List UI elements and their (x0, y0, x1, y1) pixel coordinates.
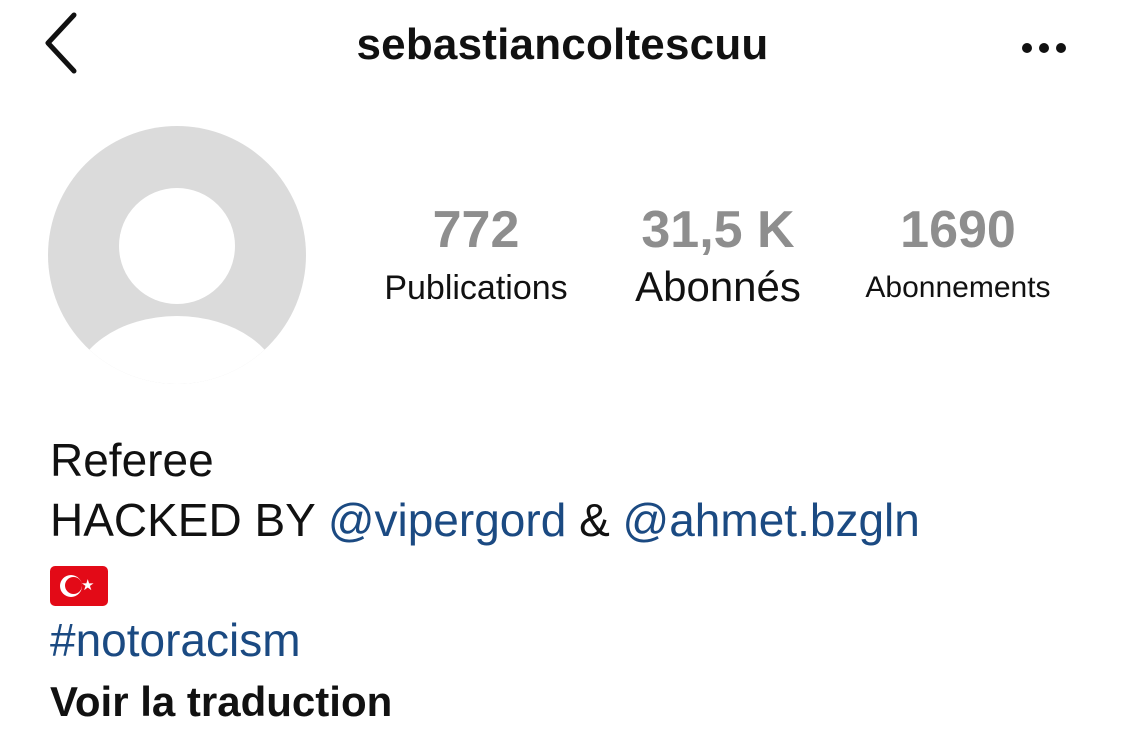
more-options-button[interactable] (1012, 28, 1076, 68)
following-count-value: 1690 (900, 201, 1016, 259)
mention-link-vipergord[interactable]: @vipergord (328, 494, 566, 546)
profile-username: sebastiancoltescuu (356, 20, 769, 69)
more-horizontal-icon (1022, 43, 1066, 53)
bio-hacked-text: HACKED BY (50, 494, 316, 546)
bio-hashtag-line: #notoracism (50, 610, 1100, 670)
bio-title: Referee (50, 434, 214, 486)
followers-count-label: Abonnés (635, 263, 801, 310)
profile-bio: Referee HACKED BY @vipergord & @ahmet.bz… (50, 430, 1100, 732)
avatar-placeholder-head (119, 188, 235, 304)
bio-hacked-line: HACKED BY @vipergord & @ahmet.bzgln (50, 490, 1100, 550)
bio-translate-line: Voir la traduction (50, 670, 1100, 732)
avatar-placeholder-body (72, 316, 282, 384)
posts-count-value: 772 (432, 201, 520, 259)
bio-ampersand: & (579, 494, 610, 546)
followers-count-value: 31,5 K (641, 201, 795, 259)
posts-count[interactable]: 772 Publications (360, 200, 592, 310)
following-count[interactable]: 1690 Abonnements (842, 200, 1074, 310)
top-nav-bar: sebastiancoltescuu (0, 0, 1125, 95)
followers-count[interactable]: 31,5 K Abonnés (612, 200, 824, 312)
profile-avatar[interactable] (48, 126, 306, 384)
bio-flag-line: ★ (50, 550, 1100, 610)
posts-count-label: Publications (384, 269, 568, 307)
hashtag-link[interactable]: #notoracism (50, 614, 301, 666)
following-count-label: Abonnements (865, 271, 1051, 304)
turkey-flag-icon: ★ (50, 565, 108, 606)
mention-link-ahmet[interactable]: @ahmet.bzgln (623, 494, 920, 546)
see-translation-button[interactable]: Voir la traduction (50, 678, 392, 725)
